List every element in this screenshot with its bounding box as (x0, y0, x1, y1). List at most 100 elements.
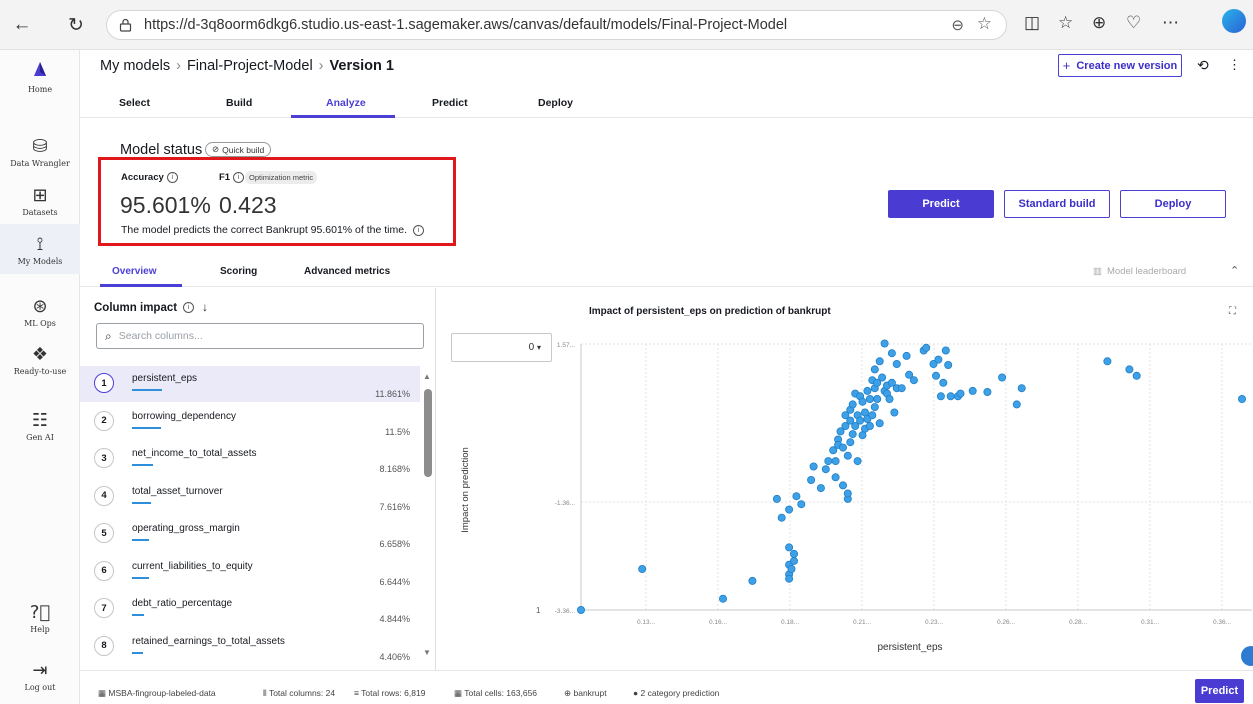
back-arrow-icon[interactable]: ← (6, 9, 38, 41)
split-screen-icon[interactable]: ◫ (1024, 13, 1040, 33)
data-point (909, 376, 918, 385)
data-point (944, 360, 953, 369)
nav-datasets[interactable]: ⊞ Datasets (0, 185, 80, 217)
nav-ml-ops[interactable]: ⊛ ML Ops (0, 296, 80, 328)
expand-icon[interactable]: ⛶ (1229, 306, 1236, 317)
collapse-icon[interactable]: ⌃ (1230, 264, 1239, 277)
list-item[interactable]: 6 current_liabilities_to_equity 6.644% (80, 554, 420, 590)
data-point (897, 384, 906, 393)
browser-toolbar: ← ↻ https://d-3q8oorm6dkg6.studio.us-eas… (0, 0, 1253, 50)
data-point (576, 605, 585, 614)
total-rows: ≡ Total rows: 6,819 (354, 688, 425, 698)
data-point (821, 465, 830, 474)
favorites-icon[interactable]: ☆ (1058, 13, 1073, 33)
tab-predict[interactable]: Predict (432, 97, 468, 109)
breadcrumb-model[interactable]: Final-Project-Model (187, 58, 313, 74)
metric-description: The model predicts the correct Bankrupt … (121, 224, 424, 236)
nav-log-out[interactable]: ⇥ Log out (0, 660, 80, 692)
tab-advanced-metrics[interactable]: Advanced metrics (304, 266, 390, 277)
data-point (838, 443, 847, 452)
data-point (885, 395, 894, 404)
impact-percent: 8.168% (379, 464, 410, 474)
list-item[interactable]: 1 persistent_eps 11.861% (80, 366, 420, 402)
breadcrumb-separator: › (176, 58, 181, 74)
impact-percent: 4.406% (379, 651, 410, 662)
breadcrumb-my-models[interactable]: My models (100, 58, 170, 74)
info-icon[interactable]: i (233, 172, 245, 183)
nav-label: Ready-to-use (13, 367, 67, 376)
reload-icon[interactable]: ↻ (60, 9, 92, 41)
rank-badge: 5 (94, 523, 114, 543)
leaderboard-icon: ▥ (1093, 266, 1102, 277)
search-columns-input[interactable]: ⌕ Search columns... (96, 323, 424, 349)
footer-predict-button[interactable]: Predict (1195, 679, 1244, 703)
data-point (887, 349, 896, 358)
impact-bar (132, 614, 144, 616)
collections-icon[interactable]: ⊕ (1092, 13, 1106, 33)
tab-select[interactable]: Select (119, 97, 150, 109)
nav-label: Gen AI (26, 433, 54, 442)
x-tick-label: 0.13... (637, 619, 655, 626)
data-point (718, 594, 727, 603)
info-icon[interactable]: i (183, 302, 195, 314)
deploy-button[interactable]: Deploy (1120, 190, 1226, 218)
metric-description-text: The model predicts the correct Bankrupt … (121, 224, 407, 236)
list-item[interactable]: 4 total_asset_turnover 7.616% (80, 479, 420, 515)
sort-down-icon[interactable]: ↓ (202, 302, 208, 314)
data-point (865, 395, 874, 404)
column-name: operating_gross_margin (132, 523, 240, 534)
standard-build-button[interactable]: Standard build (1004, 190, 1110, 218)
nav-ready-to-use[interactable]: ❖ Ready-to-use (0, 344, 80, 376)
health-icon[interactable]: ♡ (1126, 13, 1141, 33)
tab-analyze[interactable]: Analyze (326, 97, 366, 109)
create-version-label: Create new version (1076, 59, 1178, 72)
tab-deploy[interactable]: Deploy (538, 97, 573, 109)
dataset-footer: ▦ MSBA-fingroup-labeled-data ⦀ Total col… (80, 670, 1253, 704)
data-point (870, 403, 879, 412)
address-bar[interactable]: https://d-3q8oorm6dkg6.studio.us-east-1.… (106, 10, 1007, 40)
data-point (1125, 365, 1134, 374)
nav-home[interactable]: Home (0, 60, 80, 94)
scrollbar-thumb[interactable] (424, 389, 432, 477)
total-cells: ▦ Total cells: 163,656 (454, 688, 537, 699)
history-icon[interactable]: ⟲ (1197, 57, 1209, 74)
data-point (870, 365, 879, 374)
impact-bar (132, 389, 162, 391)
data-point (1017, 384, 1026, 393)
nav-data-wrangler[interactable]: ⛁ Data Wrangler (0, 136, 80, 168)
list-item[interactable]: 5 operating_gross_margin 6.658% (80, 516, 420, 552)
data-point (968, 386, 977, 395)
app-window: ← ↻ https://d-3q8oorm6dkg6.studio.us-eas… (0, 0, 1253, 704)
info-icon[interactable]: i (166, 172, 178, 183)
column-impact-title: Column impact i ↓ (94, 302, 208, 314)
list-item[interactable]: 2 borrowing_dependency 11.5% (80, 404, 420, 440)
list-item[interactable]: 3 net_income_to_total_assets 8.168% (80, 441, 420, 477)
scroll-down-icon[interactable]: ▼ (423, 648, 431, 657)
prediction-type-text: 2 category prediction (640, 688, 720, 698)
tab-scoring[interactable]: Scoring (220, 266, 257, 277)
nav-gen-ai[interactable]: ☷ Gen AI (0, 410, 80, 442)
copilot-icon[interactable] (1222, 9, 1246, 33)
favorite-star-icon[interactable]: ☆ (977, 14, 992, 34)
predict-button[interactable]: Predict (888, 190, 994, 218)
assistant-bubble-icon[interactable] (1241, 646, 1253, 666)
list-item[interactable]: 8 retained_earnings_to_total_assets 4.406% (80, 629, 420, 665)
nav-label: My Models (17, 257, 63, 266)
pin-icon: ● (633, 688, 641, 698)
more-icon[interactable]: ⋯ (1162, 13, 1179, 33)
tab-build[interactable]: Build (226, 97, 252, 109)
create-new-version-button[interactable]: + Create new version (1058, 54, 1182, 77)
ready-to-use-icon: ❖ (31, 344, 49, 365)
zoom-icon[interactable]: ⊖ (951, 16, 964, 34)
build-icon: ⊘ (212, 144, 220, 154)
model-leaderboard-link[interactable]: ▥ Model leaderboard (1093, 266, 1186, 277)
nav-help[interactable]: ?⃝ Help (0, 602, 80, 634)
datasets-icon: ⊞ (32, 185, 48, 206)
list-item[interactable]: 7 debt_ratio_percentage 4.844% (80, 591, 420, 627)
data-point (892, 359, 901, 368)
info-icon[interactable]: i (412, 224, 424, 236)
nav-my-models[interactable]: ⟟ My Models (0, 224, 80, 274)
tab-overview[interactable]: Overview (112, 266, 156, 277)
scroll-up-icon[interactable]: ▲ (423, 372, 431, 381)
kebab-menu-icon[interactable]: ⋮ (1228, 57, 1241, 73)
